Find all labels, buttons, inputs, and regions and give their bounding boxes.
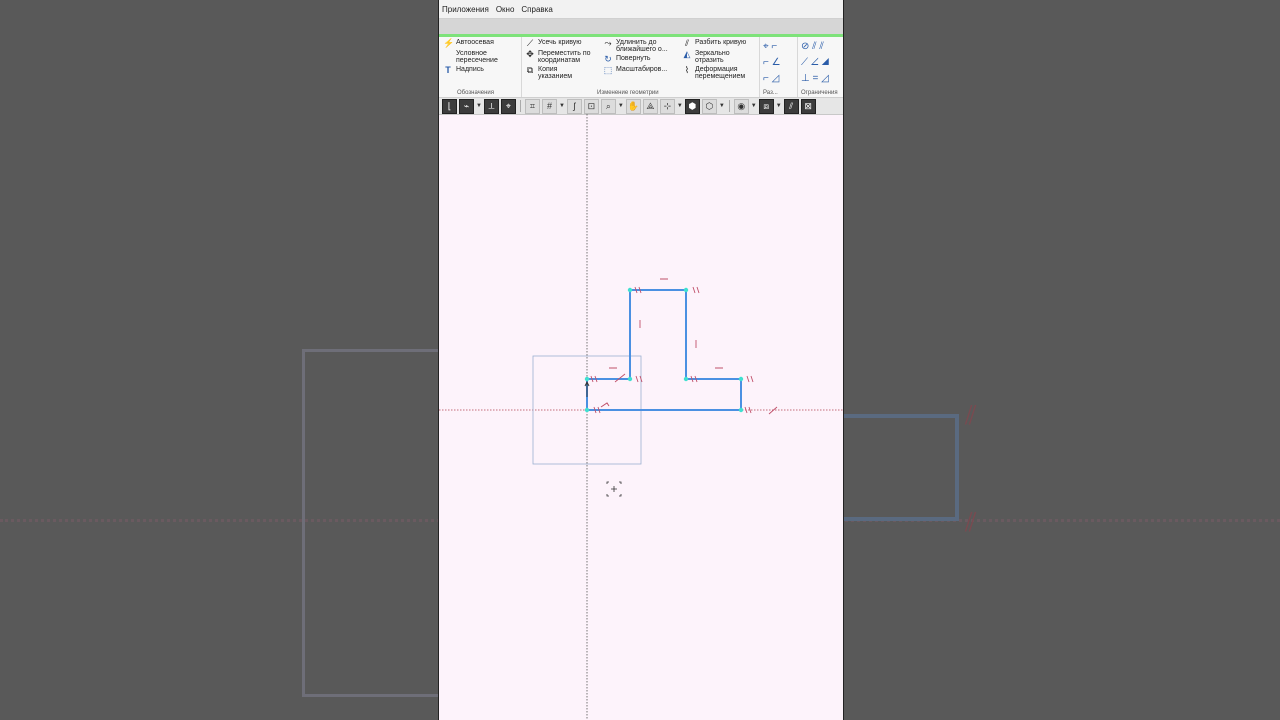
ribbon-group-notation: ⚡ Автоосевая Условное пересечение T Надп… xyxy=(443,39,519,77)
mirror-button[interactable]: ◭ Зеркально отразить xyxy=(682,49,760,65)
zoom-fit-icon[interactable]: ⊡ xyxy=(583,98,599,114)
axis-icon[interactable]: ⊹ xyxy=(659,98,675,114)
title-strip xyxy=(439,19,843,37)
sketch-icon[interactable]: ⌊ xyxy=(442,98,457,114)
sketch-profile[interactable] xyxy=(586,289,742,411)
ribbon-group-geometry-col1: ⟋ Усечь кривую ✥ Переместить по координа… xyxy=(525,39,603,82)
curve-icon[interactable]: ʃ xyxy=(566,98,582,114)
zoom-icon[interactable]: ⌕ xyxy=(600,98,616,114)
ribbon-separator xyxy=(759,37,760,97)
chevron-down-icon[interactable]: ▼ xyxy=(751,103,757,109)
app-window: Приложения Окно Справка ⚡ Автоосевая Усл… xyxy=(438,0,844,720)
origin-constraint-icon xyxy=(600,402,610,408)
background-line xyxy=(843,517,958,521)
split-icon: ⫽ xyxy=(684,38,689,48)
auto-axis-icon: ⚡ xyxy=(443,38,455,48)
split-curve-button[interactable]: ⫽ Разбить кривую xyxy=(682,39,760,48)
move-by-coordinates-button[interactable]: ✥ Переместить по координатам xyxy=(525,49,603,65)
dimension-tools-icon[interactable]: ⌐ ◿ xyxy=(763,71,797,87)
background-constraint-icon: ⫽ xyxy=(965,400,977,430)
cube-icon[interactable]: ⬢ xyxy=(684,98,700,114)
label-button[interactable]: T Надпись xyxy=(443,66,519,75)
measure-icon[interactable]: ⌁ xyxy=(459,98,474,114)
constraint-marks xyxy=(590,278,778,415)
copy-icon: ⧉ xyxy=(526,65,534,75)
dimension-tools-icon[interactable]: ⌖ ⌐ xyxy=(763,39,797,55)
mirror-icon: ◭ xyxy=(683,49,691,59)
trim-curve-button[interactable]: ⟋ Усечь кривую xyxy=(525,39,603,48)
constraints-display-icon[interactable]: ⫽ xyxy=(783,98,799,114)
ribbon-group-label: Раз... xyxy=(763,90,778,96)
menu-window[interactable]: Окно xyxy=(496,5,515,14)
deform-icon: ⌇ xyxy=(684,65,690,75)
ribbon-group-geometry-col3: ⫽ Разбить кривую ◭ Зеркально отразить ⌇ … xyxy=(682,39,760,82)
ribbon-group-label: Изменение геометрии xyxy=(597,90,659,96)
scale-icon: ⬚ xyxy=(603,65,613,75)
ruler-icon[interactable]: ⟂ xyxy=(483,98,499,114)
chevron-down-icon[interactable]: ▼ xyxy=(559,103,565,109)
ribbon-separator xyxy=(521,37,522,97)
ribbon-separator xyxy=(797,37,798,97)
menu-bar: Приложения Окно Справка xyxy=(439,0,843,19)
conditional-intersection-button[interactable]: Условное пересечение xyxy=(443,50,519,64)
wireframe-icon[interactable]: ⬡ xyxy=(701,98,717,114)
move-icon: ✥ xyxy=(526,49,534,59)
auto-axis-button[interactable]: ⚡ Автоосевая xyxy=(443,39,519,48)
intersection-icon xyxy=(443,50,453,59)
hide-icon[interactable]: ◉ xyxy=(733,98,749,114)
ribbon-group-label: Обозначения xyxy=(457,90,495,96)
chevron-down-icon[interactable]: ▼ xyxy=(719,103,725,109)
snap-icon[interactable]: ⌖ xyxy=(500,98,516,114)
toolbar-separator xyxy=(728,100,730,112)
ribbon-group-label: Ограничения xyxy=(801,90,838,96)
text-icon: T xyxy=(445,65,451,75)
dimension-tools-icon[interactable]: ⌐ ∠ xyxy=(763,55,797,71)
menu-apps[interactable]: Приложения xyxy=(442,5,489,14)
sketch-vertices xyxy=(584,287,744,413)
extend-button[interactable]: ⤳ Удлинить до ближайшего о... xyxy=(603,38,681,54)
cursor-icon xyxy=(606,481,622,497)
ribbon: ⚡ Автоосевая Условное пересечение T Надп… xyxy=(439,37,843,98)
grid-snap-icon[interactable]: ⌗ xyxy=(524,98,540,114)
chevron-down-icon[interactable]: ▼ xyxy=(618,103,624,109)
origin-marker xyxy=(584,380,590,397)
menu-help[interactable]: Справка xyxy=(521,5,552,14)
rotate-button[interactable]: ↻ Повернуть xyxy=(603,55,681,64)
section-icon[interactable]: ⧈ xyxy=(758,98,774,114)
copy-button[interactable]: ⧉ Копия указанием xyxy=(525,65,603,81)
grid-icon[interactable]: # xyxy=(541,98,557,114)
extra-icon[interactable]: ⊠ xyxy=(800,98,816,114)
chevron-down-icon[interactable]: ▼ xyxy=(776,103,782,109)
scale-button[interactable]: ⬚ Масштабиров... xyxy=(603,66,681,75)
rotate-icon: ↻ xyxy=(604,54,612,64)
chevron-down-icon[interactable]: ▼ xyxy=(677,103,683,109)
background-line xyxy=(843,414,958,418)
background-line xyxy=(955,414,959,521)
extend-icon: ⤳ xyxy=(604,38,612,48)
constraint-tools-icon[interactable]: ⟋ ∠ ◢ xyxy=(801,55,843,71)
ribbon-group-dimensions: ⌖ ⌐ ⌐ ∠ ⌐ ◿ xyxy=(763,39,797,87)
chevron-down-icon[interactable]: ▼ xyxy=(476,103,482,109)
deform-button[interactable]: ⌇ Деформация перемещением xyxy=(682,65,760,81)
constraint-tools-icon[interactable]: ⊘ ⫽ ⫽ xyxy=(801,39,843,55)
view-icon[interactable]: ⟁ xyxy=(642,98,658,114)
toolbar-separator xyxy=(519,100,521,112)
constraint-tools-icon[interactable]: ⊥ = ◿ xyxy=(801,71,843,87)
trim-icon: ⟋ xyxy=(526,38,534,48)
view-toolbar: ⌊ ⌁ ▼ ⟂ ⌖ ⌗ # ▼ ʃ ⊡ ⌕ ▼ ✋ ⟁ ⊹ ▼ ⬢ ⬡ ▼ ◉ … xyxy=(439,98,843,115)
background-constraint-icon: ⫽ xyxy=(965,507,977,537)
ribbon-group-constraints: ⊘ ⫽ ⫽ ⟋ ∠ ◢ ⊥ = ◿ xyxy=(801,39,843,87)
pan-icon[interactable]: ✋ xyxy=(625,98,641,114)
drawing-canvas[interactable] xyxy=(439,114,843,720)
ribbon-group-geometry-col2: ⤳ Удлинить до ближайшего о... ↻ Повернут… xyxy=(603,39,681,77)
